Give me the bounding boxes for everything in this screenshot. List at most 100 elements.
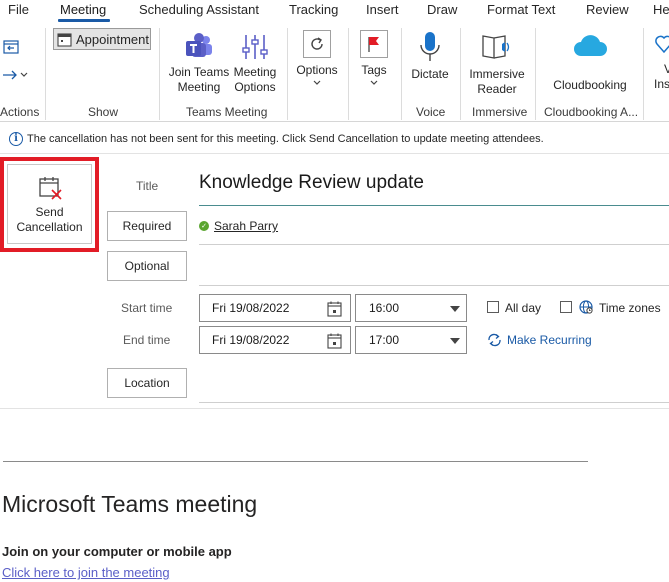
location-button[interactable]: Location [107,368,187,398]
recurring-icon [488,333,501,347]
group-separator [159,28,160,120]
make-recurring-label: Make Recurring [507,333,592,347]
tab-help[interactable]: He [653,2,669,17]
start-time-label: Start time [121,301,173,315]
join-teams-meeting-button[interactable]: Join Teams Meeting [166,32,232,95]
send-cancellation-label-line1: Send [35,205,64,219]
group-separator [460,28,461,120]
info-message: The cancellation has not been sent for t… [27,132,544,145]
tab-review[interactable]: Review [586,2,629,17]
meeting-options-button[interactable]: Meeting Options [231,32,279,95]
partial-label-line1: V [664,62,669,76]
immersive-label-line2: Reader [477,82,517,96]
dropdown-caret-icon [450,306,460,312]
optional-button[interactable]: Optional [107,251,187,281]
info-bar: i The cancellation has not been sent for… [0,124,669,154]
location-input[interactable] [199,368,669,398]
join-meeting-link[interactable]: Click here to join the meeting [2,565,170,580]
group-label-cloudbooking: Cloudbooking A... [544,105,639,119]
flag-icon [360,30,388,58]
dropdown-caret-icon [450,338,460,344]
field-divider [199,285,669,286]
title-label: Title [136,179,159,193]
field-divider [199,402,669,403]
title-input[interactable]: Knowledge Review update [199,172,424,194]
chevron-down-icon [20,72,28,77]
optional-attendees-input[interactable] [199,252,669,282]
join-subtitle: Join on your computer or mobile app [2,544,232,559]
group-label-teams-meeting: Teams Meeting [186,105,268,119]
start-time-value: 16:00 [369,301,400,315]
start-date-value: Fri 19/08/2022 [212,301,290,315]
refresh-icon [303,30,331,58]
immersive-label-line1: Immersive [469,67,525,81]
ribbon: Actions Appointment Show Join Teams Meet… [0,22,669,122]
immersive-reader-icon [482,35,510,59]
title-underline [199,205,669,206]
cloudbooking-button[interactable]: Cloudbooking [545,30,635,93]
cloudbooking-label: Cloudbooking [553,78,627,92]
attendee-name[interactable]: Sarah Parry [214,219,278,233]
start-time-select[interactable]: 16:00 [355,294,467,322]
end-time-label: End time [123,333,171,347]
options-button[interactable]: Options [294,30,340,86]
tab-tracking[interactable]: Tracking [289,2,338,17]
globe-icon [579,300,593,314]
immersive-reader-button[interactable]: Immersive Reader [464,30,530,97]
group-label-voice: Voice [416,105,446,119]
send-cancellation-button[interactable]: Send Cancellation [7,164,92,244]
options-label: Options [296,63,338,77]
join-teams-label-line1: Join Teams [168,65,230,79]
heart-icon [655,35,669,54]
field-divider [199,244,669,245]
tab-insert[interactable]: Insert [366,2,399,17]
tab-meeting[interactable]: Meeting [60,2,106,17]
send-cancellation-label-line2: Cancellation [16,220,83,234]
dictate-button[interactable]: Dictate [406,30,454,82]
tab-draw[interactable]: Draw [427,2,457,17]
tab-file[interactable]: File [8,2,29,17]
all-day-label: All day [505,301,542,315]
tags-button[interactable]: Tags [354,30,394,86]
forward-arrow-icon [3,70,17,80]
all-day-checkbox[interactable] [487,301,499,313]
tab-scheduling-assistant[interactable]: Scheduling Assistant [139,2,259,17]
cloud-icon [574,35,607,56]
group-separator [348,28,349,120]
tab-format-text[interactable]: Format Text [487,2,555,17]
microphone-icon [420,32,440,61]
time-zones-checkbox[interactable] [560,301,572,313]
chevron-down-icon [370,80,378,85]
calendar-forward-icon[interactable] [3,38,19,57]
time-zones-label: Time zones [599,301,661,315]
end-date-input[interactable]: Fri 19/08/2022 [199,326,351,354]
group-separator [287,28,288,120]
dictate-label: Dictate [411,67,449,81]
start-date-input[interactable]: Fri 19/08/2022 [199,294,351,322]
end-time-select[interactable]: 17:00 [355,326,467,354]
calendar-picker-icon[interactable] [327,301,342,317]
required-attendees-field[interactable]: ✓ Sarah Parry [199,219,278,233]
appointment-label: Appointment [76,31,149,47]
required-button[interactable]: Required [107,211,187,241]
group-label-immersive: Immersive [472,105,528,119]
make-recurring-button[interactable]: Make Recurring [487,333,592,347]
forward-button[interactable] [2,69,28,81]
partial-ribbon-button[interactable]: V Ins [650,32,669,92]
end-time-value: 17:00 [369,333,400,347]
join-teams-label-line2: Meeting [177,80,221,94]
teams-icon [186,33,212,57]
meeting-options-label-line1: Meeting [233,65,277,79]
accepted-check-icon: ✓ [199,221,209,231]
sliders-icon [242,35,268,59]
appointment-button[interactable]: Appointment [53,28,151,50]
calendar-cancel-icon [38,177,62,200]
teams-separator-line [3,461,588,462]
teams-meeting-heading: Microsoft Teams meeting [2,491,258,517]
group-label-show: Show [88,105,119,119]
group-separator [45,28,46,120]
group-separator [401,28,402,120]
body-divider [0,408,669,409]
calendar-picker-icon[interactable] [327,333,342,349]
group-separator [535,28,536,120]
